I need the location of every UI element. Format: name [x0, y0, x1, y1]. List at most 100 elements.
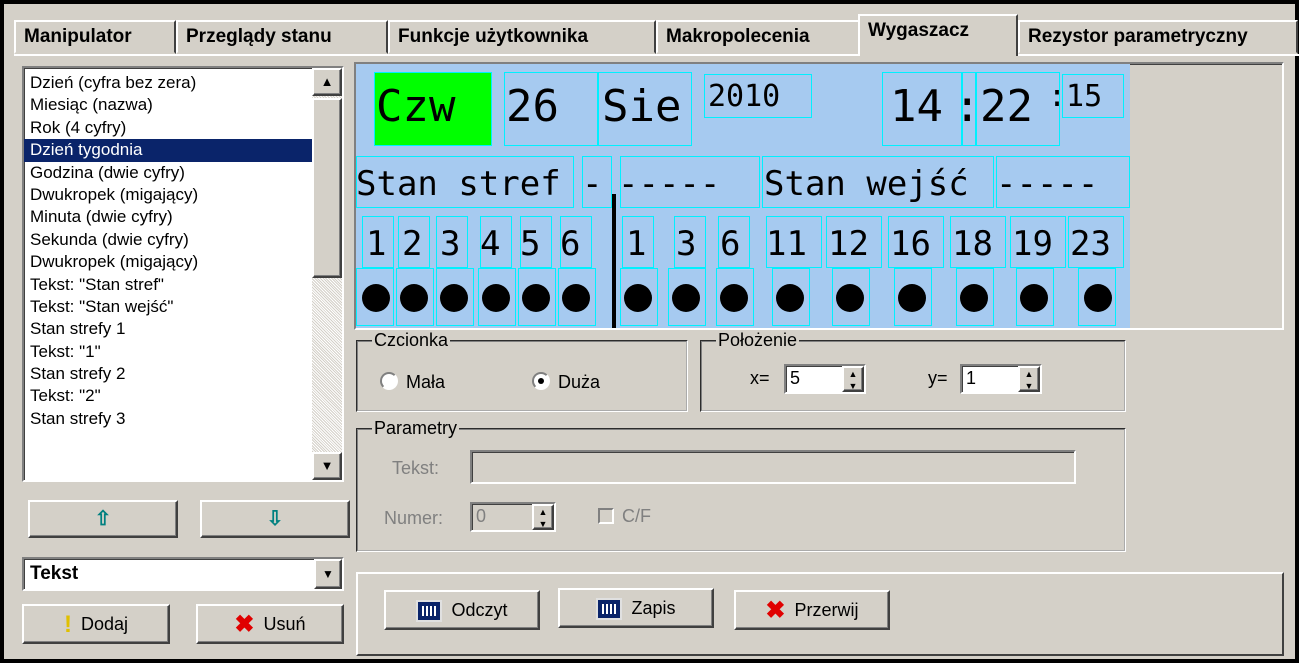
spinner-arrows-icon[interactable]: ▲ ▼ — [532, 504, 554, 530]
tab-funkcje-uzytkownika[interactable]: Funkcje użytkownika — [388, 20, 656, 54]
list-item[interactable]: Rok (4 cyfry) — [24, 117, 316, 139]
parameters-group-title: Parametry — [372, 418, 460, 439]
tab-przeglady-stanu[interactable]: Przeglądy stanu — [176, 20, 388, 54]
y-spinner[interactable]: 1 ▲ ▼ — [960, 364, 1042, 394]
element-type-select[interactable]: Tekst ▼ — [22, 557, 344, 591]
font-large-radio[interactable] — [532, 372, 550, 390]
number-value: 0 — [476, 506, 487, 526]
lcd-input-12: 12 — [828, 224, 869, 264]
lcd-zone-5: 5 — [520, 224, 541, 264]
input-state-1-icon — [624, 284, 652, 312]
y-label: y= — [928, 368, 948, 388]
x-label: x= — [750, 368, 770, 388]
list-item[interactable]: Tekst: "Stan stref" — [24, 274, 316, 296]
zone-state-2-icon — [400, 284, 428, 312]
input-state-16-icon — [898, 284, 926, 312]
lcd-input-23: 23 — [1070, 224, 1111, 264]
list-item[interactable]: Dzień tygodnia — [24, 139, 316, 162]
x-value: 5 — [790, 368, 801, 388]
list-item[interactable]: Minuta (dwie cyfry) — [24, 206, 316, 228]
text-input[interactable] — [470, 450, 1076, 484]
close-icon: ✖ — [234, 611, 255, 639]
save-button-label: Zapis — [631, 598, 676, 618]
remove-button[interactable]: ✖ Usuń — [196, 604, 344, 644]
move-down-button[interactable]: ⇩ — [200, 500, 350, 538]
lcd-hour: 14 — [890, 81, 943, 132]
lcd-year: 2010 — [708, 79, 781, 114]
list-item[interactable]: Dwukropek (migający) — [24, 184, 316, 206]
lcd-day-of-week: Czw — [376, 81, 456, 132]
scroll-down-button[interactable]: ▼ — [312, 452, 342, 480]
move-up-button[interactable]: ⇧ — [28, 500, 178, 538]
abort-button[interactable]: ✖ Przerwij — [734, 590, 890, 630]
tab-manipulator[interactable]: Manipulator — [14, 20, 176, 54]
number-spinner[interactable]: 0 ▲ ▼ — [470, 502, 556, 532]
input-state-19-icon — [1020, 284, 1048, 312]
lcd-preview[interactable]: Czw 26 Sie 2010 14 : 22 :15 Stan stref -… — [356, 64, 1130, 328]
zone-state-4-icon — [482, 284, 510, 312]
lcd-zone-2: 2 — [402, 224, 423, 264]
read-button[interactable]: Odczyt — [384, 590, 540, 630]
list-item[interactable]: Tekst: "1" — [24, 341, 316, 363]
y-value: 1 — [966, 368, 977, 388]
lcd-input-16: 16 — [890, 224, 931, 264]
lcd-zone-6: 6 — [560, 224, 581, 264]
arrow-up-icon: ⇧ — [94, 508, 112, 530]
font-group: Czcionka Mała Duża — [356, 330, 688, 412]
font-small-radio[interactable] — [380, 372, 398, 390]
tab-wygaszacz[interactable]: Wygaszacz — [858, 14, 1018, 56]
lcd-text-dash: - — [582, 164, 603, 204]
x-spinner[interactable]: 5 ▲ ▼ — [784, 364, 866, 394]
list-item[interactable]: Stan strefy 2 — [24, 363, 316, 385]
list-item[interactable]: Stan strefy 3 — [24, 408, 316, 430]
chevron-down-icon[interactable]: ▼ — [314, 559, 342, 589]
font-group-title: Czcionka — [372, 330, 451, 351]
text-label: Tekst: — [392, 458, 440, 478]
tab-divider — [14, 54, 1299, 56]
tab-rezystor-parametryczny[interactable]: Rezystor parametryczny — [1018, 20, 1298, 54]
lcd-input-19: 19 — [1012, 224, 1053, 264]
zone-state-1-icon — [362, 284, 390, 312]
cf-label: C/F — [622, 506, 651, 526]
number-label: Numer: — [384, 508, 444, 528]
tab-makropolecenia[interactable]: Makropolecenia — [656, 20, 860, 54]
database-read-icon — [416, 600, 443, 623]
position-group: Położenie x= 5 ▲ ▼ y= 1 ▲ ▼ — [700, 330, 1126, 412]
action-panel: Odczyt Zapis ✖ Przerwij — [356, 572, 1284, 656]
tab-bar: Manipulator Przeglądy stanu Funkcje użyt… — [14, 14, 1299, 56]
list-item[interactable]: Godzina (dwie cyfry) — [24, 162, 316, 184]
input-state-18-icon — [960, 284, 988, 312]
list-item[interactable]: Miesiąc (nazwa) — [24, 94, 316, 116]
list-item[interactable]: Sekunda (dwie cyfry) — [24, 229, 316, 251]
list-item[interactable]: Dzień (cyfra bez zera) — [24, 72, 316, 94]
lcd-zone-1: 1 — [366, 224, 387, 264]
font-large-label[interactable]: Duża — [558, 372, 600, 393]
list-item[interactable]: Tekst: "2" — [24, 385, 316, 407]
list-scrollbar[interactable]: ▲ ▼ — [312, 68, 342, 480]
cf-checkbox[interactable] — [598, 508, 614, 524]
list-item[interactable]: Dwukropek (migający) — [24, 251, 316, 273]
scroll-thumb[interactable] — [312, 98, 342, 278]
lcd-zone-4: 4 — [480, 224, 501, 264]
spinner-arrows-icon[interactable]: ▲ ▼ — [1018, 366, 1040, 392]
list-item[interactable]: Tekst: "Stan wejść" — [24, 296, 316, 318]
close-icon: ✖ — [765, 597, 786, 625]
spinner-arrows-icon[interactable]: ▲ ▼ — [842, 366, 864, 392]
zone-state-6-icon — [562, 284, 590, 312]
input-state-3-icon — [672, 284, 700, 312]
save-button[interactable]: Zapis — [558, 588, 714, 628]
abort-button-label: Przerwij — [794, 600, 859, 620]
position-group-title: Położenie — [716, 330, 800, 351]
input-state-23-icon — [1084, 284, 1112, 312]
list-item[interactable]: Stan strefy 1 — [24, 318, 316, 340]
add-button[interactable]: ! Dodaj — [22, 604, 170, 644]
scroll-up-button[interactable]: ▲ — [312, 68, 342, 96]
lcd-input-18: 18 — [952, 224, 993, 264]
lcd-seconds: :15 — [1048, 79, 1103, 114]
element-list[interactable]: Dzień (cyfra bez zera) Miesiąc (nazwa) Rok… — [22, 66, 344, 482]
lcd-input-11: 11 — [766, 224, 807, 264]
lcd-month: Sie — [602, 81, 682, 132]
exclamation-icon: ! — [63, 611, 72, 639]
font-small-label[interactable]: Mała — [406, 372, 445, 393]
lcd-zone-3: 3 — [440, 224, 461, 264]
